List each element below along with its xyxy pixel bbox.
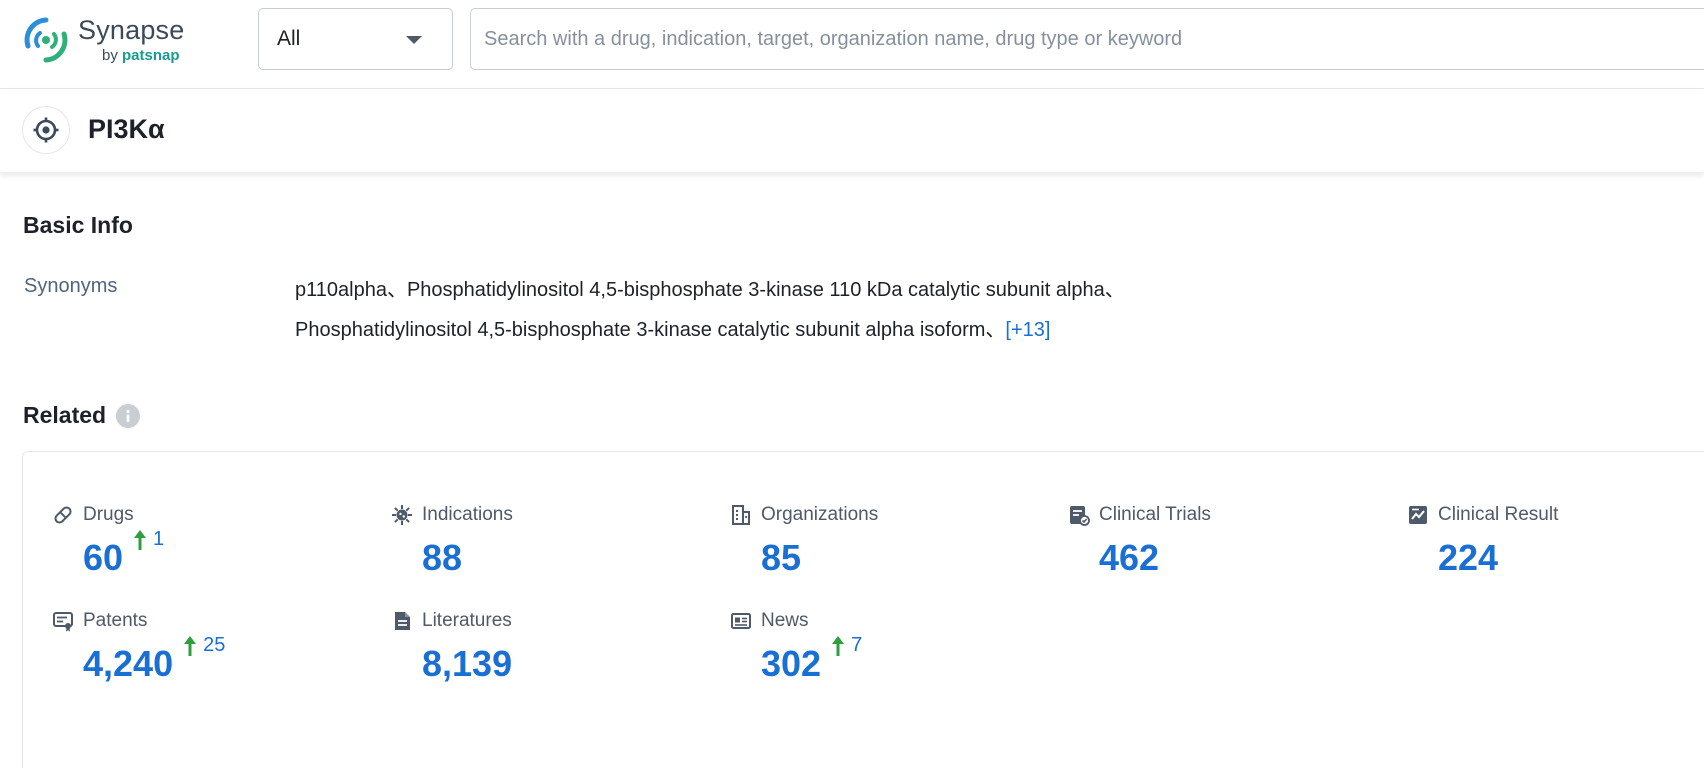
search-box bbox=[470, 8, 1704, 70]
stat-value: 60 bbox=[83, 538, 123, 578]
stat-patents[interactable]: Patents 4,240 25 bbox=[52, 608, 225, 684]
document-icon bbox=[391, 610, 413, 632]
stat-delta: 1 bbox=[133, 528, 164, 551]
related-stats-card: Drugs 60 1 Indications 88 Organizations bbox=[22, 451, 1704, 768]
stat-value: 88 bbox=[422, 538, 462, 578]
building-icon bbox=[730, 504, 752, 526]
synonyms-more-link[interactable]: [+13] bbox=[1005, 319, 1050, 341]
chevron-down-icon bbox=[406, 36, 422, 44]
brand-name: Synapse bbox=[78, 17, 184, 44]
related-heading: Related bbox=[23, 402, 140, 429]
stat-value: 224 bbox=[1438, 538, 1498, 578]
target-icon bbox=[22, 106, 70, 154]
synonyms-value: p110alpha、Phosphatidylinositol 4,5-bisph… bbox=[295, 270, 1675, 350]
stat-delta: 7 bbox=[831, 634, 862, 657]
stat-label: Patents bbox=[83, 610, 147, 632]
clinical-result-icon bbox=[1407, 504, 1429, 526]
search-scope-value: All bbox=[277, 27, 300, 51]
stat-label: Clinical Result bbox=[1438, 504, 1558, 526]
arrow-up-icon bbox=[183, 635, 197, 657]
stat-delta-value: 1 bbox=[153, 528, 164, 551]
stat-value: 85 bbox=[761, 538, 801, 578]
top-header: Synapse by patsnap All bbox=[0, 0, 1704, 89]
synonyms-line-1: p110alpha、Phosphatidylinositol 4,5-bisph… bbox=[295, 270, 1675, 310]
synonyms-line-2: Phosphatidylinositol 4,5-bisphosphate 3-… bbox=[295, 310, 1675, 350]
synonyms-label: Synonyms bbox=[24, 275, 117, 298]
stat-delta: 25 bbox=[183, 634, 225, 657]
info-icon[interactable] bbox=[116, 404, 140, 428]
entity-bar: PI3Kα bbox=[0, 89, 1704, 173]
stat-delta-value: 7 bbox=[851, 634, 862, 657]
stat-literatures[interactable]: Literatures 8,139 bbox=[391, 608, 512, 684]
page-title: PI3Kα bbox=[88, 114, 165, 145]
stat-indications[interactable]: Indications 88 bbox=[391, 502, 513, 578]
stat-label: Drugs bbox=[83, 504, 134, 526]
stat-label: Organizations bbox=[761, 504, 878, 526]
search-scope-select[interactable]: All bbox=[258, 8, 453, 70]
synonyms-line-2-text: Phosphatidylinositol 4,5-bisphosphate 3-… bbox=[295, 319, 1005, 341]
related-heading-label: Related bbox=[23, 402, 106, 429]
patent-icon bbox=[52, 610, 74, 632]
news-icon bbox=[730, 610, 752, 632]
stat-organizations[interactable]: Organizations 85 bbox=[730, 502, 878, 578]
clinical-trials-icon bbox=[1068, 504, 1090, 526]
brand-byline: by patsnap bbox=[102, 48, 184, 63]
stat-label: Literatures bbox=[422, 610, 512, 632]
stat-value: 4,240 bbox=[83, 644, 173, 684]
virus-icon bbox=[391, 504, 413, 526]
synapse-logo-icon bbox=[22, 16, 70, 64]
stat-label: Indications bbox=[422, 504, 513, 526]
arrow-up-icon bbox=[133, 529, 147, 551]
stat-value: 302 bbox=[761, 644, 821, 684]
arrow-up-icon bbox=[831, 635, 845, 657]
stat-news[interactable]: News 302 7 bbox=[730, 608, 862, 684]
basic-info-heading: Basic Info bbox=[23, 212, 133, 239]
stat-value: 462 bbox=[1099, 538, 1159, 578]
stat-label: News bbox=[761, 610, 809, 632]
stat-drugs[interactable]: Drugs 60 1 bbox=[52, 502, 164, 578]
brand-by-name: patsnap bbox=[122, 47, 180, 64]
brand-by-prefix: by bbox=[102, 47, 118, 64]
stat-label: Clinical Trials bbox=[1099, 504, 1211, 526]
synapse-logo[interactable]: Synapse by patsnap bbox=[22, 16, 184, 64]
stat-clinical-result[interactable]: Clinical Result 224 bbox=[1407, 502, 1558, 578]
stat-delta-value: 25 bbox=[203, 634, 225, 657]
search-input[interactable] bbox=[471, 9, 1704, 69]
stat-clinical-trials[interactable]: Clinical Trials 462 bbox=[1068, 502, 1211, 578]
stat-value: 8,139 bbox=[422, 644, 512, 684]
pill-icon bbox=[52, 504, 74, 526]
